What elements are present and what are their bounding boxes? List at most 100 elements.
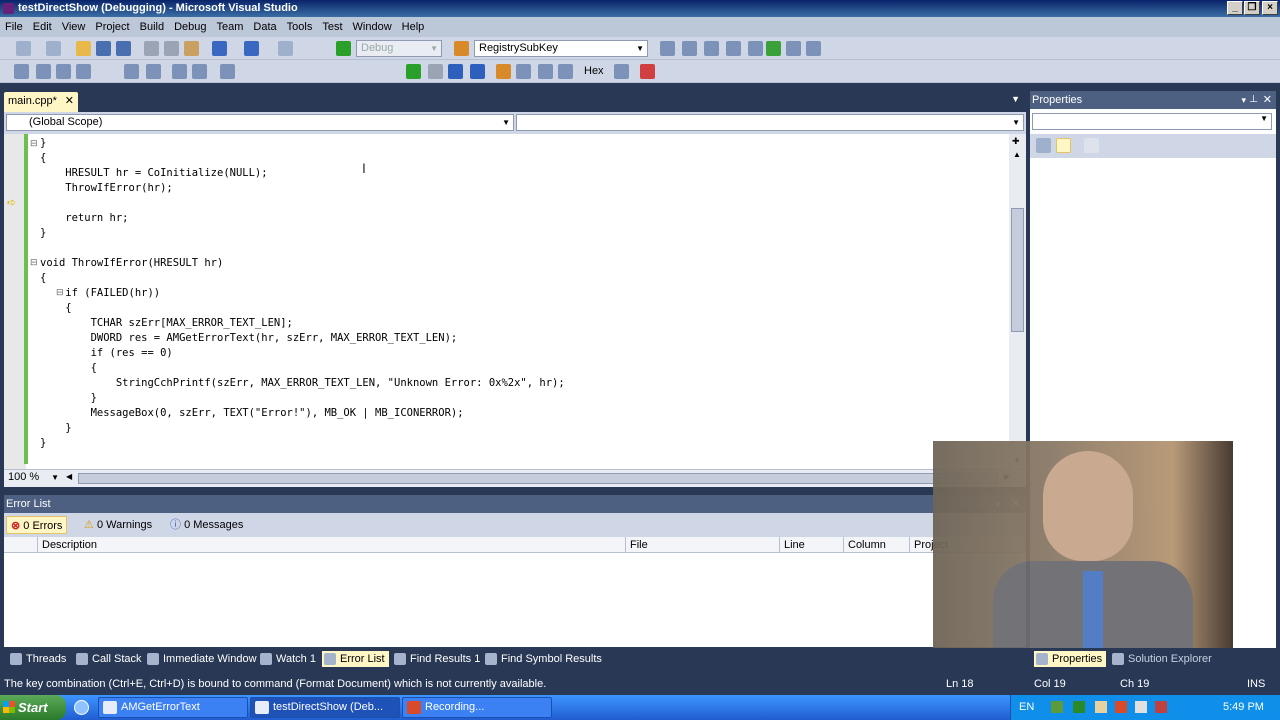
extension-manager-icon[interactable] [786, 41, 801, 56]
properties-window-icon[interactable] [682, 41, 697, 56]
stop-debugging-icon[interactable] [448, 64, 463, 79]
language-indicator[interactable]: EN [1019, 701, 1034, 713]
quick-info-icon[interactable] [76, 64, 91, 79]
menu-test[interactable]: Test [317, 17, 347, 37]
scroll-left-icon[interactable]: ◀ [66, 472, 72, 481]
redo-icon[interactable] [244, 41, 259, 56]
alphabetical-icon[interactable] [1056, 138, 1071, 153]
restart-icon[interactable] [470, 64, 485, 79]
tab-dropdown-icon[interactable]: ▼ [1011, 94, 1020, 104]
continue-icon[interactable] [406, 64, 421, 79]
menu-help[interactable]: Help [397, 17, 430, 37]
menu-team[interactable]: Team [212, 17, 249, 37]
tab-find-symbol-results[interactable]: Find Symbol Results [483, 651, 602, 667]
comment-icon[interactable] [172, 64, 187, 79]
menu-file[interactable]: File [0, 17, 28, 37]
column-icon-header[interactable] [4, 537, 38, 553]
find-in-files-icon[interactable] [454, 41, 469, 56]
step-over-icon[interactable] [538, 64, 553, 79]
column-column[interactable]: Column [844, 537, 910, 553]
tray-app-icon[interactable] [1155, 701, 1167, 713]
open-file-icon[interactable] [76, 41, 91, 56]
parameter-info-icon[interactable] [56, 64, 71, 79]
warnings-filter-button[interactable]: ⚠ 0 Warnings [80, 516, 156, 534]
break-all-icon[interactable] [428, 64, 443, 79]
property-pages-icon[interactable] [1084, 138, 1099, 153]
menu-view[interactable]: View [57, 17, 91, 37]
pin-icon[interactable]: ⊥ [1249, 91, 1258, 109]
errors-filter-button[interactable]: ⊗ 0 Errors [6, 516, 68, 534]
object-browser-icon[interactable] [704, 41, 719, 56]
paste-icon[interactable] [184, 41, 199, 56]
horizontal-scroll-thumb[interactable] [78, 473, 998, 484]
decrease-indent-icon[interactable] [124, 64, 139, 79]
navigate-backward-icon[interactable] [278, 41, 293, 56]
menu-build[interactable]: Build [135, 17, 169, 37]
start-debugging-icon[interactable] [336, 41, 351, 56]
close-button[interactable]: × [1262, 1, 1278, 15]
menu-tools[interactable]: Tools [282, 17, 318, 37]
code-editor[interactable]: ➪ ⊟ ⊟ ⊟ } { HRESULT hr = CoInitialize(NU… [4, 134, 1026, 469]
menu-project[interactable]: Project [90, 17, 134, 37]
member-combo[interactable]: ▼ [516, 114, 1024, 131]
tab-main-cpp[interactable]: main.cpp* ✕ [4, 92, 78, 112]
tab-error-list[interactable]: Error List [322, 651, 389, 667]
vertical-scrollbar[interactable]: ✚ ▲ ▼ [1009, 134, 1026, 469]
security-alert-icon[interactable] [1115, 701, 1127, 713]
save-icon[interactable] [96, 41, 111, 56]
scope-combo[interactable]: (Global Scope) ▼ [6, 114, 514, 131]
tab-watch-1[interactable]: Watch 1 [258, 651, 316, 667]
command-window-icon[interactable] [806, 41, 821, 56]
close-tab-icon[interactable]: ✕ [65, 92, 74, 110]
add-item-icon[interactable] [46, 41, 61, 56]
column-file[interactable]: File [626, 537, 780, 553]
tab-find-results-1[interactable]: Find Results 1 [392, 651, 480, 667]
save-all-icon[interactable] [116, 41, 131, 56]
breakpoints-icon[interactable] [640, 64, 655, 79]
tab-call-stack[interactable]: Call Stack [74, 651, 142, 667]
bookmark-icon[interactable] [220, 64, 235, 79]
solution-config-combo[interactable]: Debug ▼ [356, 40, 442, 57]
start-page-icon[interactable] [766, 41, 781, 56]
zoom-combo[interactable]: 100 % ▼ [4, 470, 62, 486]
collapse-icon[interactable]: ⊟ [30, 257, 38, 268]
show-next-statement-icon[interactable] [496, 64, 511, 79]
menu-window[interactable]: Window [348, 17, 397, 37]
messages-filter-button[interactable]: ⓘ 0 Messages [166, 516, 247, 534]
member-list-icon[interactable] [36, 64, 51, 79]
tab-properties[interactable]: Properties [1034, 651, 1107, 667]
show-threads-icon[interactable] [614, 64, 629, 79]
close-icon[interactable]: ✕ [1263, 91, 1272, 109]
volume-icon[interactable] [1135, 701, 1147, 713]
task-amgeterrortext[interactable]: AMGetErrorText function... [98, 697, 248, 718]
undo-icon[interactable] [212, 41, 227, 56]
new-project-icon[interactable] [16, 41, 31, 56]
scroll-up-icon[interactable]: ▲ [1013, 150, 1021, 159]
object-combo[interactable]: ▼ [1032, 113, 1272, 130]
column-line[interactable]: Line [780, 537, 844, 553]
uncomment-icon[interactable] [192, 64, 207, 79]
menu-data[interactable]: Data [248, 17, 281, 37]
restore-button[interactable]: ❐ [1244, 1, 1260, 15]
copy-icon[interactable] [164, 41, 179, 56]
clock[interactable]: 5:49 PM [1223, 701, 1264, 713]
step-out-icon[interactable] [558, 64, 573, 79]
step-into-icon[interactable] [516, 64, 531, 79]
cut-icon[interactable] [144, 41, 159, 56]
increase-indent-icon[interactable] [146, 64, 161, 79]
task-recording[interactable]: Recording... [402, 697, 552, 718]
collapse-icon[interactable]: ⊟ [30, 138, 38, 149]
team-explorer-icon[interactable] [748, 41, 763, 56]
categorized-icon[interactable] [1036, 138, 1051, 153]
hex-display-button[interactable]: Hex [584, 65, 604, 77]
solution-explorer-icon[interactable] [660, 41, 675, 56]
split-icon[interactable]: ✚ [1012, 136, 1020, 147]
scroll-thumb[interactable] [1011, 208, 1024, 332]
window-position-icon[interactable]: ▾ [1241, 91, 1246, 109]
column-description[interactable]: Description [38, 537, 626, 553]
menu-edit[interactable]: Edit [28, 17, 57, 37]
text-editor-icon[interactable] [14, 64, 29, 79]
network-icon[interactable] [1051, 701, 1063, 713]
start-button[interactable]: Start [0, 695, 66, 720]
minimize-button[interactable]: _ [1227, 1, 1243, 15]
